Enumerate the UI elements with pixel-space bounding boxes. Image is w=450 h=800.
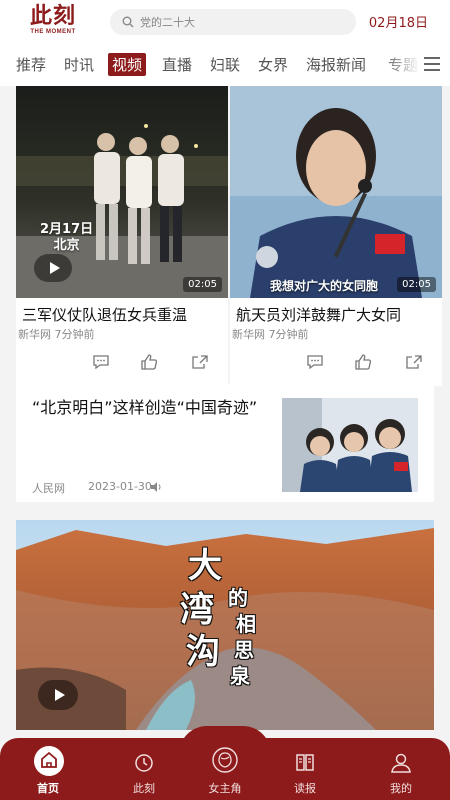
nav-item-moment[interactable]: 此刻 (99, 738, 189, 800)
news-card[interactable]: “北京明白”这样创造“中国奇迹” 人民网 2023-01-30 (16, 384, 434, 502)
tab-fade (382, 44, 422, 86)
tab-live[interactable]: 直播 (162, 54, 192, 75)
banner-title-char: 思 (234, 638, 254, 662)
overlay-date: 2月17日 (40, 222, 94, 237)
play-icon[interactable] (38, 680, 78, 710)
search-placeholder: 党的二十大 (140, 16, 195, 29)
app-logo[interactable]: 此刻 THE MOMENT (26, 4, 80, 36)
current-date: 02月18日 (368, 16, 428, 31)
logo-text: 此刻 (29, 3, 76, 29)
video-overlay-text: 2月17日 北京 (40, 222, 93, 254)
tab-womens-federation[interactable]: 妇联 (210, 54, 240, 75)
comment-icon[interactable] (306, 354, 324, 370)
user-icon (391, 753, 411, 773)
news-title[interactable]: “北京明白”这样创造“中国奇迹” (32, 396, 276, 420)
tab-recommend[interactable]: 推荐 (16, 54, 46, 75)
bottom-nav: 首页 此刻 女主角 读报 我的 (0, 726, 450, 800)
clock-icon (135, 754, 153, 772)
video-thumbnail[interactable]: 2月17日 北京 02:05 (16, 86, 228, 298)
home-icon (41, 751, 57, 768)
like-icon[interactable] (354, 354, 372, 370)
video-card[interactable]: 2月17日 北京 02:05 三军仪仗队退伍女兵重温 新华网 7分钟前 (16, 86, 228, 386)
video-banner[interactable]: 大 湾 沟 的 相 思 泉 (16, 520, 434, 730)
video-source: 新华网 7分钟前 (232, 328, 309, 341)
search-bar[interactable]: 党的二十大 (110, 9, 356, 35)
banner-title-char: 相 (236, 612, 256, 636)
video-duration: 02:05 (397, 277, 436, 292)
share-icon[interactable] (405, 354, 423, 370)
nav-label: 读报 (294, 782, 316, 795)
nav-item-heroine[interactable]: 女主角 (180, 738, 270, 800)
share-icon[interactable] (191, 354, 209, 370)
nav-label: 女主角 (208, 782, 242, 795)
nav-item-mine[interactable]: 我的 (356, 738, 446, 800)
news-thumbnail[interactable] (282, 398, 418, 492)
video-overlay-caption: 我想对广大的女同胞 (270, 279, 379, 293)
speaker-icon[interactable] (150, 481, 162, 493)
video-duration: 02:05 (183, 277, 222, 292)
menu-icon[interactable] (424, 57, 440, 71)
banner-title-char: 泉 (230, 664, 250, 688)
astronauts-image (282, 398, 418, 492)
nav-label: 我的 (390, 782, 412, 795)
video-title[interactable]: 航天员刘洋鼓舞广大女同 (236, 304, 442, 325)
tab-news[interactable]: 时讯 (64, 54, 94, 75)
nav-label: 此刻 (133, 782, 155, 795)
search-icon (122, 16, 134, 28)
play-icon[interactable] (34, 254, 72, 282)
news-time: 2023-01-30 (88, 480, 152, 493)
video-source: 新华网 7分钟前 (18, 328, 95, 341)
like-icon[interactable] (140, 354, 158, 370)
category-tabs: 推荐 时讯 视频 直播 妇联 女界 海报新闻 专题 (0, 44, 450, 86)
newspaper-icon (296, 754, 314, 771)
comment-icon[interactable] (92, 354, 110, 370)
astronaut-image (230, 86, 442, 298)
nav-item-newspaper[interactable]: 读报 (260, 738, 350, 800)
app-header: 此刻 THE MOMENT 党的二十大 02月18日 (0, 0, 450, 44)
tab-women-world[interactable]: 女界 (258, 54, 288, 75)
nav-label: 首页 (37, 782, 59, 795)
tab-video[interactable]: 视频 (108, 53, 147, 76)
canyon-image (16, 520, 434, 730)
overlay-city: 北京 (53, 238, 80, 253)
video-title[interactable]: 三军仪仗队退伍女兵重温 (22, 304, 228, 325)
logo-subtitle: THE MOMENT (30, 29, 76, 35)
woman-icon (212, 747, 238, 773)
video-thumbnail[interactable]: 我想对广大的女同胞 02:05 (230, 86, 442, 298)
video-card[interactable]: 我想对广大的女同胞 02:05 航天员刘洋鼓舞广大女同 新华网 7分钟前 (230, 86, 442, 386)
banner-title-char: 沟 (186, 632, 220, 672)
news-source: 人民网 (32, 482, 65, 495)
tab-poster-news[interactable]: 海报新闻 (306, 54, 366, 75)
banner-title-char: 大 (188, 546, 222, 586)
nav-item-home[interactable]: 首页 (3, 738, 93, 800)
banner-title-char: 的 (228, 586, 248, 610)
